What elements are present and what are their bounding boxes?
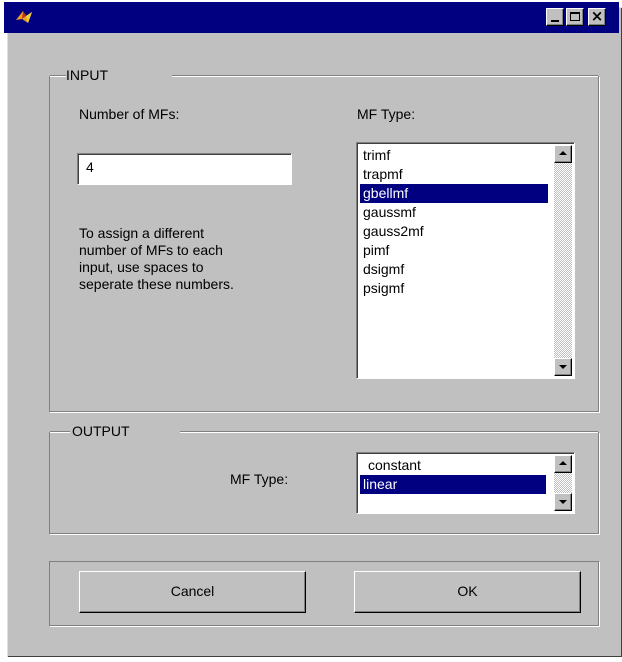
arrow-up-icon [559,151,567,155]
group-border-top [180,431,598,432]
arrow-down-icon [559,365,567,369]
input-list-scrollbar[interactable] [554,145,572,376]
input-mf-type-label: MF Type: [357,106,416,122]
minimize-icon [551,20,559,22]
num-mfs-label: Number of MFs: [79,106,180,122]
output-list-scrollbar[interactable] [554,455,572,511]
matlab-logo-icon [16,11,32,23]
close-icon: × [590,7,604,25]
list-item-gaussmf[interactable]: gaussmf [360,203,548,222]
scroll-up-button[interactable] [554,455,572,473]
list-item-linear[interactable]: linear [360,475,546,494]
num-mfs-input[interactable]: 4 [77,153,292,185]
close-button[interactable]: × [588,7,606,26]
arrow-up-icon [559,461,567,465]
list-item-trimf[interactable]: trimf [360,146,548,165]
output-mf-type-label: MF Type: [230,471,289,487]
help-line: To assign a different [79,225,205,241]
ok-button[interactable]: OK [354,571,581,613]
list-items: constant linear [360,456,546,494]
input-group-label: INPUT [66,66,108,84]
list-item-trapmf[interactable]: trapmf [360,165,548,184]
group-border-top [172,75,598,76]
list-item-constant[interactable]: constant [360,456,546,475]
help-line: seperate these numbers. [79,276,234,292]
scroll-down-button[interactable] [554,358,572,376]
list-items: trimf trapmf gbellmf gaussmf gauss2mf pi… [360,146,548,298]
maximize-button[interactable] [566,8,584,26]
list-item-psigmf[interactable]: psigmf [360,279,548,298]
help-line: input, use spaces to [79,259,204,275]
output-group-label: OUTPUT [72,422,130,440]
num-mfs-value: 4 [86,159,94,175]
output-mf-type-list[interactable]: constant linear [356,452,575,514]
cancel-button[interactable]: Cancel [79,571,306,613]
help-line: number of MFs to each [79,242,223,258]
list-item-pimf[interactable]: pimf [360,241,548,260]
title-bar[interactable]: × [4,2,619,33]
scroll-up-button[interactable] [554,145,572,163]
minimize-button[interactable] [546,8,564,26]
group-border-top [50,431,70,432]
help-text: To assign a different number of MFs to e… [79,225,234,293]
input-mf-type-list[interactable]: trimf trapmf gbellmf gaussmf gauss2mf pi… [356,142,575,379]
scroll-down-button[interactable] [554,493,572,511]
maximize-icon [570,12,580,21]
arrow-down-icon [559,500,567,504]
list-item-gbellmf[interactable]: gbellmf [360,184,548,203]
list-item-gauss2mf[interactable]: gauss2mf [360,222,548,241]
list-item-dsigmf[interactable]: dsigmf [360,260,548,279]
